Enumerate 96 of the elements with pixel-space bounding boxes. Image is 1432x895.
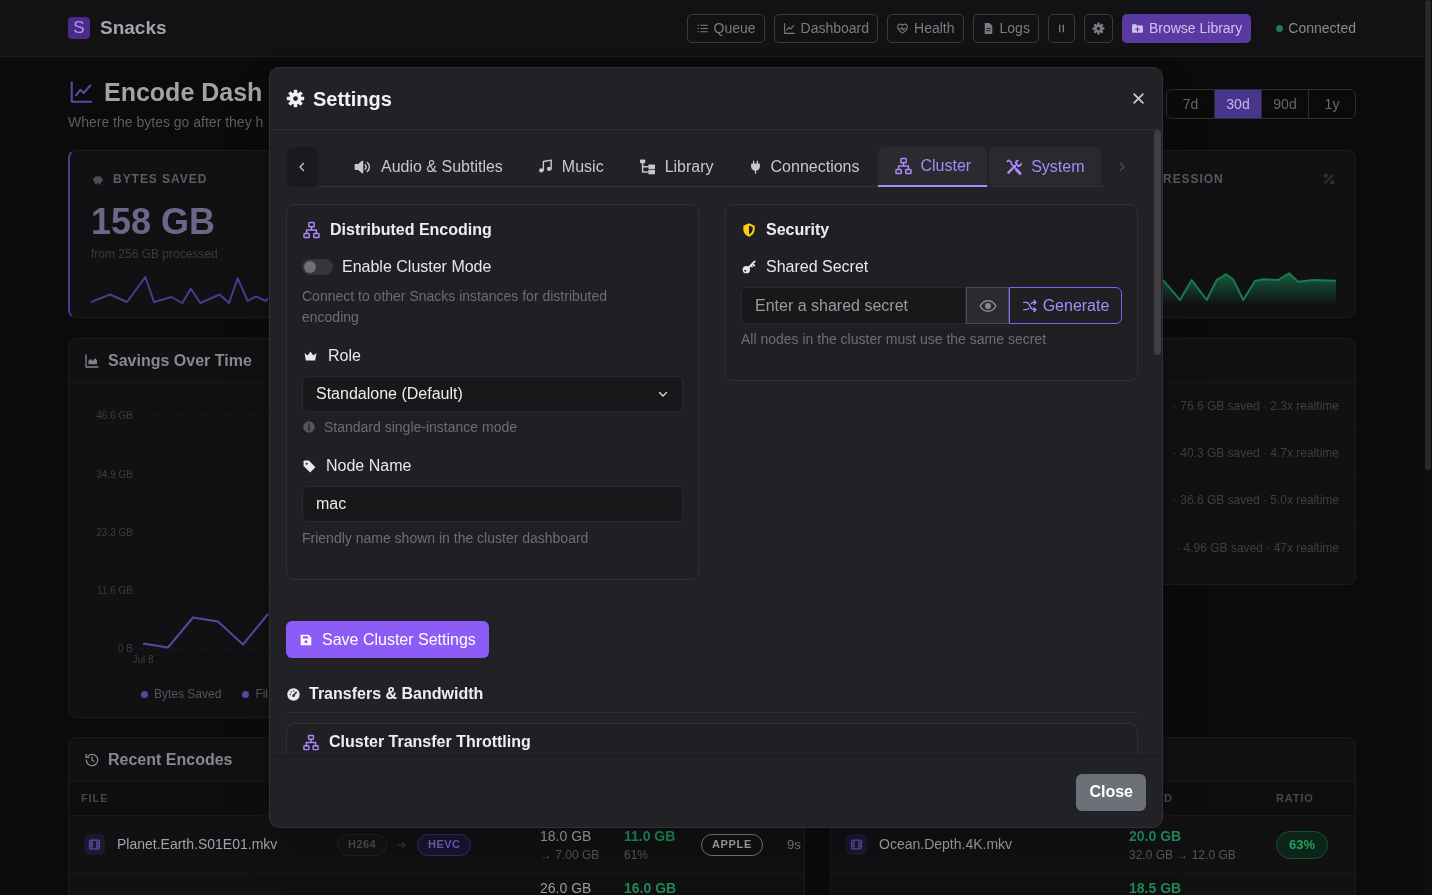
close-dialog-button[interactable]: Close	[1076, 773, 1146, 811]
stat-label: RESSION	[1163, 171, 1224, 188]
saved-size: 18.5 GB	[1129, 881, 1182, 895]
scrollbar-thumb[interactable]	[1425, 0, 1431, 470]
panel-title: Distributed Encoding	[330, 220, 492, 240]
node-name-input[interactable]: mac	[302, 486, 683, 522]
original-size: 18.0 GB	[540, 826, 592, 845]
card-title: Savings Over Time	[108, 350, 252, 371]
original-size: 26.0 GB	[540, 881, 592, 895]
hint-text: Friendly name shown in the cluster dashboard	[302, 529, 590, 547]
hint-text: All nodes in the cluster must use the same secret	[741, 330, 1048, 348]
column-header: FILE	[81, 791, 109, 807]
stat-value: 158 GB	[91, 202, 216, 242]
network-icon	[302, 221, 321, 239]
pause-button[interactable]	[1047, 13, 1075, 43]
arrow-right-icon	[397, 839, 408, 850]
network-icon	[893, 157, 913, 175]
connection-status: Connected	[1288, 18, 1356, 38]
column-header: RATIO	[1276, 791, 1314, 807]
card-title: Recent Encodes	[108, 749, 233, 770]
folder-tree-icon	[637, 157, 657, 176]
settings-tab[interactable]: System	[989, 147, 1101, 186]
settings-tab[interactable]: Audio & Subtitles	[336, 147, 519, 186]
help-text: Connect to other Snacks instances for distributed encoding	[302, 287, 609, 327]
range-tab[interactable]: 1y	[1308, 90, 1355, 118]
nav-button[interactable]: Dashboard	[773, 13, 879, 43]
range-tab[interactable]: 7d	[1167, 90, 1214, 118]
nav-button[interactable]: Health	[887, 13, 964, 43]
range-tab[interactable]: 30d	[1214, 90, 1261, 118]
folder-plus-icon	[1130, 21, 1144, 35]
saved-size: 11.0 GB	[624, 826, 676, 845]
field-label: Role	[328, 346, 361, 366]
film-icon	[846, 834, 867, 855]
history-icon	[84, 751, 100, 768]
key-icon	[741, 259, 757, 275]
range-tab[interactable]: 90d	[1261, 90, 1308, 118]
section-title: Transfers & Bandwidth	[309, 684, 484, 704]
toggle-label: Enable Cluster Mode	[342, 257, 492, 277]
size-change: 32.0 GB → 12.0 GB	[1129, 846, 1236, 863]
percent-icon	[1322, 172, 1336, 186]
page-subtitle: Where the bytes go after they h	[68, 114, 264, 130]
dialog-title: Settings	[313, 86, 392, 112]
scroll-left-button[interactable]	[286, 147, 318, 187]
app-logo: S	[68, 17, 90, 39]
column-header: D	[1164, 791, 1173, 807]
ratio-badge: 63%	[1276, 830, 1329, 859]
settings-tab[interactable]: Connections	[731, 147, 876, 186]
saved-percent: 61%	[624, 846, 649, 863]
settings-tab[interactable]: Music	[520, 147, 620, 186]
heart-pulse-icon	[896, 21, 910, 35]
panel-title: Security	[766, 220, 830, 240]
file-name: Ocean.Depth.4K.mkv	[879, 835, 1013, 854]
hint-text: Standard single-instance mode	[324, 417, 517, 437]
tools-icon	[1005, 157, 1024, 176]
close-button[interactable]	[1131, 91, 1146, 106]
close-icon	[1131, 91, 1146, 106]
nav-button[interactable]: Logs	[972, 13, 1039, 43]
duration: 9s	[787, 835, 801, 854]
generate-button[interactable]: Generate	[1009, 287, 1122, 324]
page-title: Encode Dash	[104, 77, 263, 107]
browse-library-button[interactable]: Browse Library	[1121, 13, 1252, 43]
film-icon	[84, 834, 105, 855]
gear-icon	[1091, 21, 1105, 35]
save-button[interactable]: Save Cluster Settings	[286, 621, 489, 658]
show-secret-button[interactable]	[966, 287, 1009, 324]
field-label: Node Name	[326, 456, 412, 476]
saved-size: 20.0 GB	[1129, 826, 1182, 845]
file-name: Planet.Earth.S01E01.mkv	[117, 835, 278, 854]
shield-icon	[741, 221, 757, 239]
music-note-icon	[536, 158, 554, 175]
info-icon	[302, 420, 316, 434]
panel-title: Cluster Transfer Throttling	[329, 733, 531, 751]
tag-icon	[302, 458, 317, 474]
chart-line-icon	[68, 79, 95, 105]
shared-secret-input[interactable]: Enter a shared secret	[741, 287, 966, 324]
saved-size: 16.0 GB	[624, 881, 677, 895]
settings-button[interactable]	[1083, 13, 1113, 43]
nav-button[interactable]: Queue	[686, 13, 765, 43]
stat-label: BYTES SAVED	[113, 171, 208, 188]
area-chart-icon	[84, 352, 100, 369]
app-name: Snacks	[100, 15, 167, 40]
settings-tab[interactable]: Cluster	[877, 147, 988, 187]
new-size: → 7.00 GB	[540, 846, 600, 863]
field-label: Shared Secret	[766, 257, 869, 277]
legend-label: Bytes Saved	[154, 686, 222, 703]
settings-tab[interactable]: Library	[621, 147, 730, 186]
codec-badge: HEVC	[417, 833, 472, 856]
role-select[interactable]: Standalone (Default)	[302, 376, 683, 412]
gauge-icon	[286, 686, 301, 702]
network-icon	[302, 733, 320, 751]
toggle-switch[interactable]	[302, 259, 333, 275]
scrollbar-thumb[interactable]	[1154, 130, 1161, 355]
chart-line-icon	[782, 21, 796, 35]
shuffle-icon	[1021, 297, 1038, 314]
gear-icon	[286, 89, 305, 108]
legend-label: Fil	[255, 686, 269, 703]
